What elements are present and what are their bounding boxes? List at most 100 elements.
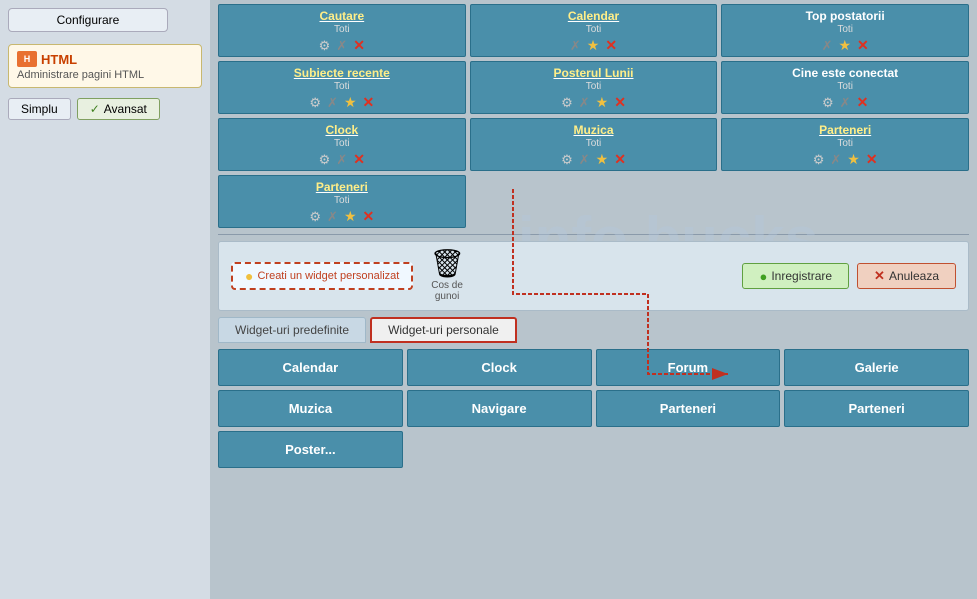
widget-card-toppostatorii: Top postatorii Toti ✗ ★ ✕ <box>721 4 969 57</box>
delete-icon-calendar[interactable]: ✕ <box>605 38 617 52</box>
slash-icon-toppostatorii[interactable]: ✗ <box>822 39 833 52</box>
widget-subtitle-parteneri-single: Toti <box>225 195 459 206</box>
slash-icon-muzica[interactable]: ✗ <box>579 153 590 166</box>
slash-icon-parteneri-single[interactable]: ✗ <box>327 210 338 223</box>
avansat-label: Avansat <box>104 102 147 116</box>
bottom-btn-calendar[interactable]: Calendar <box>218 349 403 386</box>
widget-title-subiecterecente[interactable]: Subiecte recente <box>225 66 459 80</box>
slash-icon-parteneri-top[interactable]: ✗ <box>830 153 841 166</box>
bottom-widget-row-1: Calendar Clock Forum Galerie <box>218 349 969 386</box>
tab-widget-predefinite[interactable]: Widget-uri predefinite <box>218 317 366 343</box>
configure-button[interactable]: Configurare <box>8 8 168 32</box>
widget-card-cineesteconectat: Cine este conectat Toti ⚙ ✗ ✕ <box>721 61 969 114</box>
delete-icon-parteneri-top[interactable]: ✕ <box>866 152 878 166</box>
avansat-button[interactable]: ✓ Avansat <box>77 98 160 120</box>
html-title-text: HTML <box>41 52 77 67</box>
anuleaza-button[interactable]: ✕ Anuleaza <box>857 263 956 289</box>
bottom-widget-row-2: Muzica Navigare Parteneri Parteneri <box>218 390 969 427</box>
bottom-btn-muzica[interactable]: Muzica <box>218 390 403 427</box>
sidebar: Configurare H HTML Administrare pagini H… <box>0 0 210 599</box>
tabs-area: Widget-uri predefinite Widget-uri person… <box>218 317 969 343</box>
gold-icon-posterullunii[interactable]: ★ <box>596 95 609 109</box>
trash-container: 🗑 Cos degunoi <box>429 250 465 302</box>
widget-icons-subiecterecente: ⚙ ✗ ★ ✕ <box>225 95 459 109</box>
slash-icon-posterullunii[interactable]: ✗ <box>579 96 590 109</box>
widget-icons-cineesteconectat: ⚙ ✗ ✕ <box>728 95 962 109</box>
gold-icon-subiecterecente[interactable]: ★ <box>344 95 357 109</box>
bottom-btn-forum[interactable]: Forum <box>596 349 781 386</box>
delete-icon-cautare[interactable]: ✕ <box>353 38 365 52</box>
gold-icon-parteneri-single[interactable]: ★ <box>344 209 357 223</box>
wrench-icon-muzica[interactable]: ⚙ <box>561 153 573 166</box>
slash-icon-calendar[interactable]: ✗ <box>570 39 581 52</box>
widget-card-posterullunii: Posterul Lunii Toti ⚙ ✗ ★ ✕ <box>470 61 718 114</box>
green-check-icon: ● <box>759 269 767 284</box>
html-section-title: H HTML <box>17 51 193 67</box>
wrench-icon-clock[interactable]: ⚙ <box>319 153 331 166</box>
widget-card-subiecterecente: Subiecte recente Toti ⚙ ✗ ★ ✕ <box>218 61 466 114</box>
slash-icon-cineesteconectat[interactable]: ✗ <box>840 96 851 109</box>
main-inner: Cautare Toti ⚙ ✗ ✕ Calendar Toti ✗ ★ ✕ T… <box>218 4 969 468</box>
check-icon: ✓ <box>90 102 100 116</box>
wrench-icon-parteneri-top[interactable]: ⚙ <box>813 153 825 166</box>
gold-icon-muzica[interactable]: ★ <box>596 152 609 166</box>
html-icon: H <box>17 51 37 67</box>
anuleaza-label: Anuleaza <box>889 269 939 283</box>
slash-icon-cautare[interactable]: ✗ <box>336 39 347 52</box>
wrench-icon-parteneri-single[interactable]: ⚙ <box>309 210 321 223</box>
widget-title-posterullunii[interactable]: Posterul Lunii <box>477 66 711 80</box>
widget-title-parteneri-top[interactable]: Parteneri <box>728 123 962 137</box>
widget-grid-single: Parteneri Toti ⚙ ✗ ★ ✕ <box>218 175 969 228</box>
delete-icon-posterullunii[interactable]: ✕ <box>614 95 626 109</box>
widget-title-cautare[interactable]: Cautare <box>225 9 459 23</box>
delete-icon-toppostatorii[interactable]: ✕ <box>857 38 869 52</box>
widget-icons-toppostatorii: ✗ ★ ✕ <box>728 38 962 52</box>
slash-icon-subiecterecente[interactable]: ✗ <box>327 96 338 109</box>
red-x-icon: ✕ <box>874 268 885 284</box>
widget-icons-parteneri-single: ⚙ ✗ ★ ✕ <box>225 209 459 223</box>
delete-icon-muzica[interactable]: ✕ <box>614 152 626 166</box>
widget-card-muzica: Muzica Toti ⚙ ✗ ★ ✕ <box>470 118 718 171</box>
widget-subtitle-cineesteconectat: Toti <box>728 81 962 92</box>
widget-icons-cautare: ⚙ ✗ ✕ <box>225 38 459 52</box>
widget-subtitle-cautare: Toti <box>225 24 459 35</box>
widget-title-clock[interactable]: Clock <box>225 123 459 137</box>
html-section: H HTML Administrare pagini HTML <box>8 44 202 88</box>
widget-card-parteneri-top: Parteneri Toti ⚙ ✗ ★ ✕ <box>721 118 969 171</box>
delete-icon-subiecterecente[interactable]: ✕ <box>363 95 375 109</box>
widget-icons-parteneri-top: ⚙ ✗ ★ ✕ <box>728 152 962 166</box>
gold-icon-calendar[interactable]: ★ <box>587 38 600 52</box>
delete-icon-cineesteconectat[interactable]: ✕ <box>857 95 869 109</box>
html-subtitle: Administrare pagini HTML <box>17 69 193 81</box>
bottom-btn-galerie[interactable]: Galerie <box>784 349 969 386</box>
bottom-btn-poster[interactable]: Poster... <box>218 431 403 468</box>
tab-widget-personale[interactable]: Widget-uri personale <box>370 317 517 343</box>
delete-icon-clock[interactable]: ✕ <box>353 152 365 166</box>
bottom-btn-clock[interactable]: Clock <box>407 349 592 386</box>
widget-subtitle-clock: Toti <box>225 138 459 149</box>
inregistrare-button[interactable]: ● Inregistrare <box>742 263 849 289</box>
widget-title-muzica[interactable]: Muzica <box>477 123 711 137</box>
bottom-btn-parteneri1[interactable]: Parteneri <box>596 390 781 427</box>
widget-title-parteneri-single[interactable]: Parteneri <box>225 180 459 194</box>
widget-title-cineesteconectat: Cine este conectat <box>728 66 962 80</box>
wrench-icon-cautare[interactable]: ⚙ <box>319 39 331 52</box>
wrench-icon-cineesteconectat[interactable]: ⚙ <box>822 96 834 109</box>
bottom-btn-navigare[interactable]: Navigare <box>407 390 592 427</box>
widget-title-calendar[interactable]: Calendar <box>477 9 711 23</box>
action-buttons: ● Inregistrare ✕ Anuleaza <box>742 263 956 289</box>
widget-subtitle-toppostatorii: Toti <box>728 24 962 35</box>
bottom-btn-parteneri2[interactable]: Parteneri <box>784 390 969 427</box>
gold-icon-parteneri-top[interactable]: ★ <box>847 152 860 166</box>
widget-icons-posterullunii: ⚙ ✗ ★ ✕ <box>477 95 711 109</box>
create-area: ● Creati un widget personalizat 🗑 Cos de… <box>218 241 969 311</box>
slash-icon-clock[interactable]: ✗ <box>336 153 347 166</box>
inregistrare-label: Inregistrare <box>771 269 832 283</box>
wrench-icon-subiecterecente[interactable]: ⚙ <box>309 96 321 109</box>
create-widget-button[interactable]: ● Creati un widget personalizat <box>231 262 413 290</box>
wrench-icon-posterullunii[interactable]: ⚙ <box>561 96 573 109</box>
widget-grid-top: Cautare Toti ⚙ ✗ ✕ Calendar Toti ✗ ★ ✕ T… <box>218 4 969 171</box>
delete-icon-parteneri-single[interactable]: ✕ <box>363 209 375 223</box>
gold-icon-toppostatorii[interactable]: ★ <box>838 38 851 52</box>
simplu-button[interactable]: Simplu <box>8 98 71 120</box>
